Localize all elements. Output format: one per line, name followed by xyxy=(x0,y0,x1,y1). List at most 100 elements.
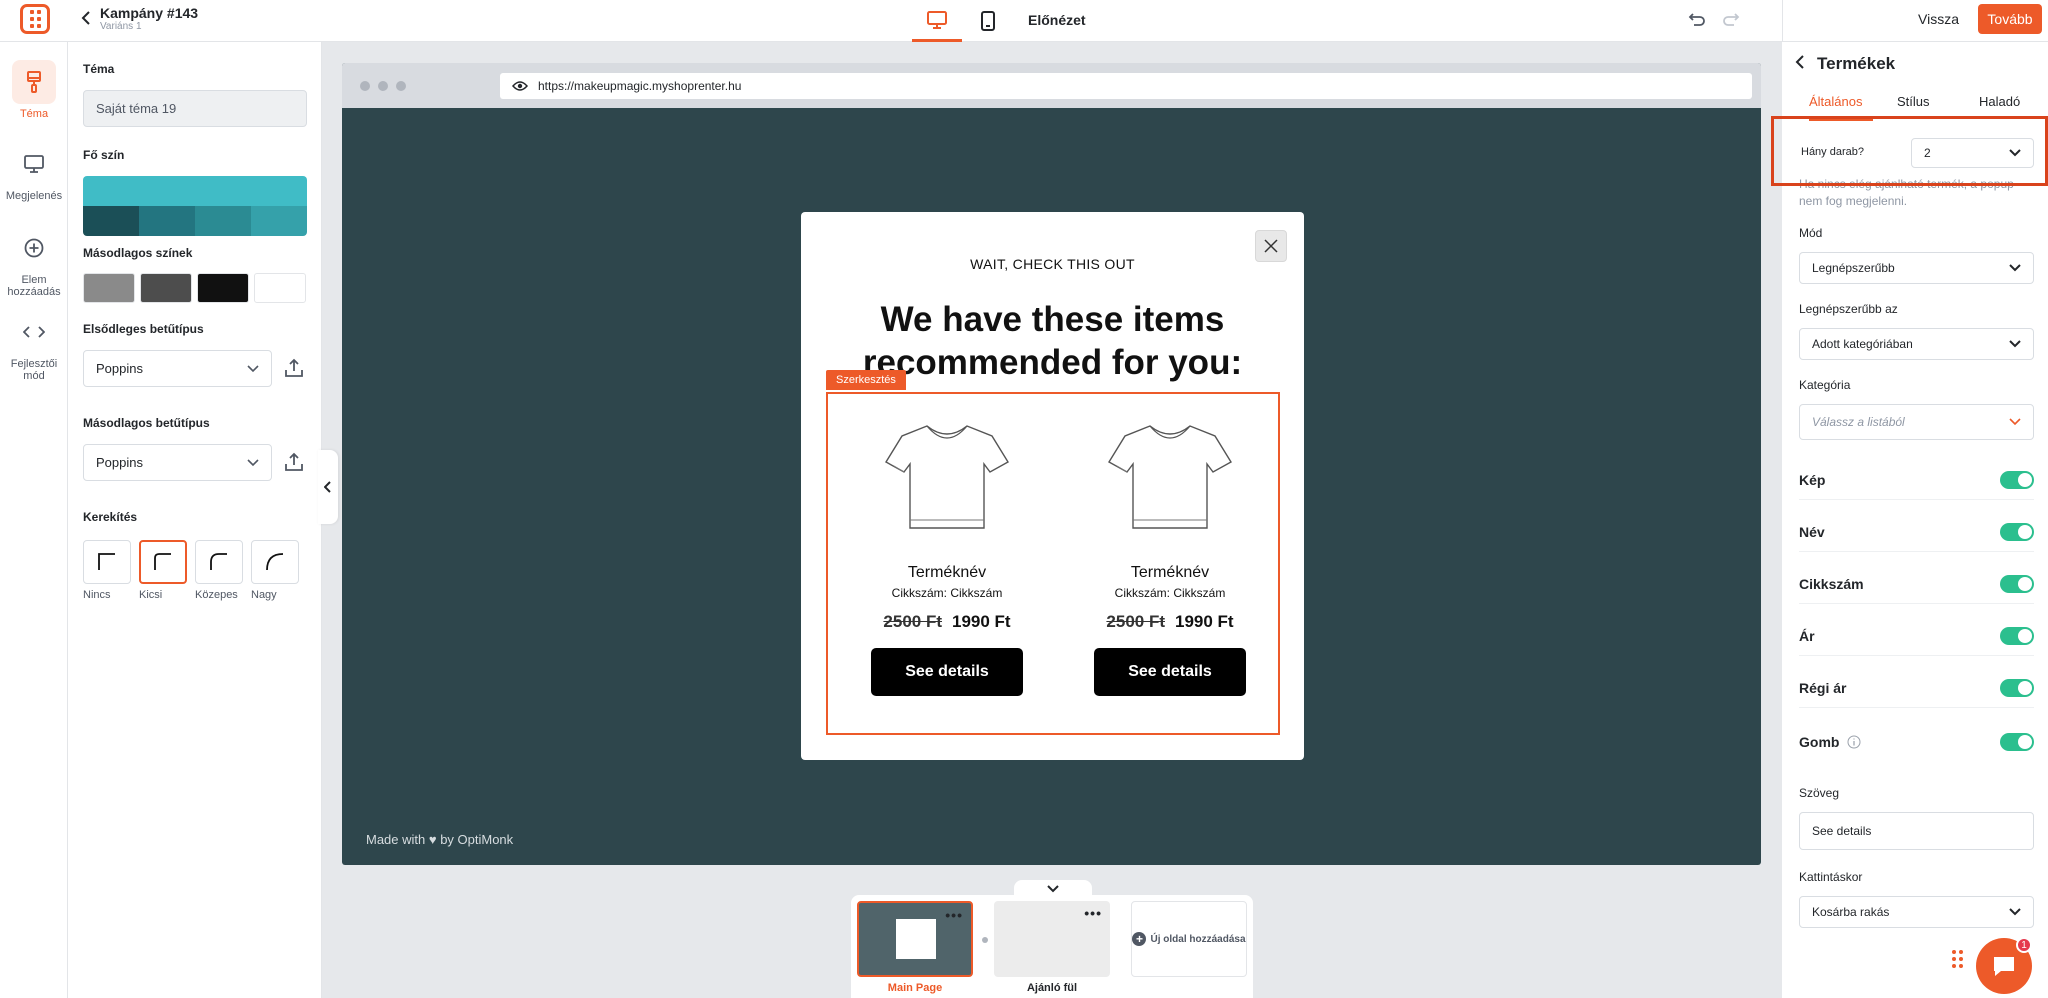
theme-panel: Téma Saját téma 19 Fő szín Másodlagos sz… xyxy=(68,42,322,998)
plus-circle-icon xyxy=(12,226,56,270)
tshirt-icon xyxy=(885,425,1009,529)
preview-button[interactable]: Előnézet xyxy=(1028,12,1086,28)
rail-item-appearance[interactable]: Megjelenés xyxy=(0,142,68,202)
product-card[interactable]: Terméknév Cikkszám: Cikkszám 2500 Ft 1990… xyxy=(842,394,1052,696)
old-price-toggle[interactable] xyxy=(2000,678,2034,697)
window-dots xyxy=(360,81,406,91)
secondary-color-swatches xyxy=(83,273,306,303)
main-color-swatch[interactable] xyxy=(83,176,307,206)
page-label-main: Main Page xyxy=(887,982,943,994)
add-page-button[interactable]: + Új oldal hozzáadása xyxy=(1131,901,1247,977)
page-thumb-main[interactable]: ••• xyxy=(857,901,973,977)
button-text-input[interactable]: See details xyxy=(1799,812,2034,850)
page-separator xyxy=(982,937,988,943)
secondary-color-swatch[interactable] xyxy=(83,273,135,303)
see-details-button[interactable]: See details xyxy=(1094,648,1246,696)
theme-name-field[interactable]: Saját téma 19 xyxy=(83,90,307,127)
next-button[interactable]: Tovább xyxy=(1978,4,2042,34)
upload-icon[interactable] xyxy=(282,356,306,380)
new-price: 1990 Ft xyxy=(952,612,1011,631)
chevron-left-icon xyxy=(324,481,331,493)
toggle-row-price: Ár xyxy=(1799,616,2034,656)
page-thumb-preview xyxy=(896,919,936,959)
popup-subtitle: WAIT, CHECK THIS OUT xyxy=(970,256,1135,272)
more-icon[interactable]: ••• xyxy=(945,907,963,923)
chat-grip-icon[interactable] xyxy=(1952,950,1963,968)
main-color-shade[interactable] xyxy=(139,206,195,236)
optimonk-logo-icon[interactable] xyxy=(20,4,50,34)
rail-item-add-element[interactable]: Elem hozzáadás xyxy=(0,226,68,298)
rail-item-theme[interactable]: Téma xyxy=(0,60,68,120)
edit-tag[interactable]: Szerkesztés xyxy=(826,370,906,390)
upload-icon[interactable] xyxy=(282,450,306,474)
image-toggle[interactable] xyxy=(2000,470,2034,489)
category-select[interactable]: Válassz a listából xyxy=(1799,404,2034,440)
chevron-down-icon xyxy=(2009,264,2021,272)
see-details-button[interactable]: See details xyxy=(871,648,1023,696)
collapse-panel-button[interactable] xyxy=(318,450,338,524)
toggle-label-wrap: Gomb xyxy=(1799,734,1861,750)
redo-icon[interactable] xyxy=(1722,10,1740,33)
old-price: 2500 Ft xyxy=(1106,612,1165,631)
secondary-font-select[interactable]: Poppins xyxy=(83,444,272,481)
campaign-title: Kampány #143 xyxy=(100,5,199,21)
mode-label: Mód xyxy=(1799,226,1823,240)
button-toggle[interactable] xyxy=(2000,733,2034,751)
rail-item-dev-mode[interactable]: Fejlesztői mód xyxy=(0,310,68,382)
mode-select[interactable]: Legnépszerűbb xyxy=(1799,252,2034,284)
on-click-label: Kattintáskor xyxy=(1799,870,1863,884)
primary-font-select[interactable]: Poppins xyxy=(83,350,272,387)
rounding-option-small[interactable]: Kicsi xyxy=(139,540,187,601)
theme-label: Téma xyxy=(83,62,115,76)
toggle-label: Gomb xyxy=(1799,734,1840,750)
toggle-label: Régi ár xyxy=(1799,679,1847,696)
chat-icon xyxy=(1994,957,2014,976)
rounding-option-label: Nagy xyxy=(251,589,277,601)
chevron-down-icon xyxy=(2009,340,2021,348)
secondary-color-swatch[interactable] xyxy=(140,273,192,303)
product-name: Terméknév xyxy=(907,564,987,581)
main-color-shade[interactable] xyxy=(251,206,307,236)
primary-font-label: Elsődleges betűtípus xyxy=(83,322,204,336)
rounding-option-none[interactable]: Nincs xyxy=(83,540,131,601)
corner-medium-icon xyxy=(210,553,227,570)
rounding-option-medium[interactable]: Közepes xyxy=(195,540,243,601)
main-color-shade[interactable] xyxy=(83,206,139,236)
undo-icon[interactable] xyxy=(1688,10,1706,33)
highlight-box xyxy=(1771,116,2048,186)
old-price: 2500 Ft xyxy=(883,612,942,631)
product-card[interactable]: Terméknév Cikkszám: Cikkszám 2500 Ft 1990… xyxy=(1065,394,1275,696)
primary-font-value: Poppins xyxy=(96,361,143,376)
secondary-color-swatch[interactable] xyxy=(197,273,249,303)
rounding-option-large[interactable]: Nagy xyxy=(251,540,299,601)
secondary-font-label: Másodlagos betűtípus xyxy=(83,416,210,430)
new-price: 1990 Ft xyxy=(1175,612,1234,631)
sku-toggle[interactable] xyxy=(2000,574,2034,593)
tab-general[interactable]: Általános xyxy=(1809,94,1862,109)
info-icon[interactable] xyxy=(1847,735,1861,749)
popular-in-select[interactable]: Adott kategóriában xyxy=(1799,328,2034,360)
page-thumb-side[interactable]: ••• xyxy=(994,901,1110,977)
more-icon[interactable]: ••• xyxy=(1084,905,1102,921)
name-toggle[interactable] xyxy=(2000,522,2034,541)
back-chevron-icon[interactable] xyxy=(78,10,94,26)
add-page-label: Új oldal hozzáadása xyxy=(1150,933,1246,945)
mobile-view-button[interactable] xyxy=(970,0,1006,42)
tab-advanced[interactable]: Haladó xyxy=(1979,94,2020,109)
main-color-shade[interactable] xyxy=(195,206,251,236)
rounding-options: Nincs Kicsi Közepes Nagy xyxy=(83,540,299,601)
toggle-label: Ár xyxy=(1799,627,1815,644)
tab-style[interactable]: Stílus xyxy=(1897,94,1930,109)
secondary-colors-label: Másodlagos színek xyxy=(83,246,193,260)
rounding-option-label: Kicsi xyxy=(139,589,163,601)
price-toggle[interactable] xyxy=(2000,626,2034,645)
browser-bar: https://makeupmagic.myshoprenter.hu xyxy=(342,63,1761,108)
secondary-color-swatch[interactable] xyxy=(254,273,306,303)
on-click-select[interactable]: Kosárba rakás xyxy=(1799,896,2034,928)
product-list[interactable]: Terméknév Cikkszám: Cikkszám 2500 Ft 1990… xyxy=(826,392,1280,735)
back-chevron-icon[interactable] xyxy=(1795,54,1805,75)
chevron-down-icon xyxy=(2009,908,2021,916)
back-button[interactable]: Vissza xyxy=(1918,11,1959,27)
main-color-picker[interactable] xyxy=(83,176,307,236)
desktop-view-button[interactable] xyxy=(912,0,962,42)
